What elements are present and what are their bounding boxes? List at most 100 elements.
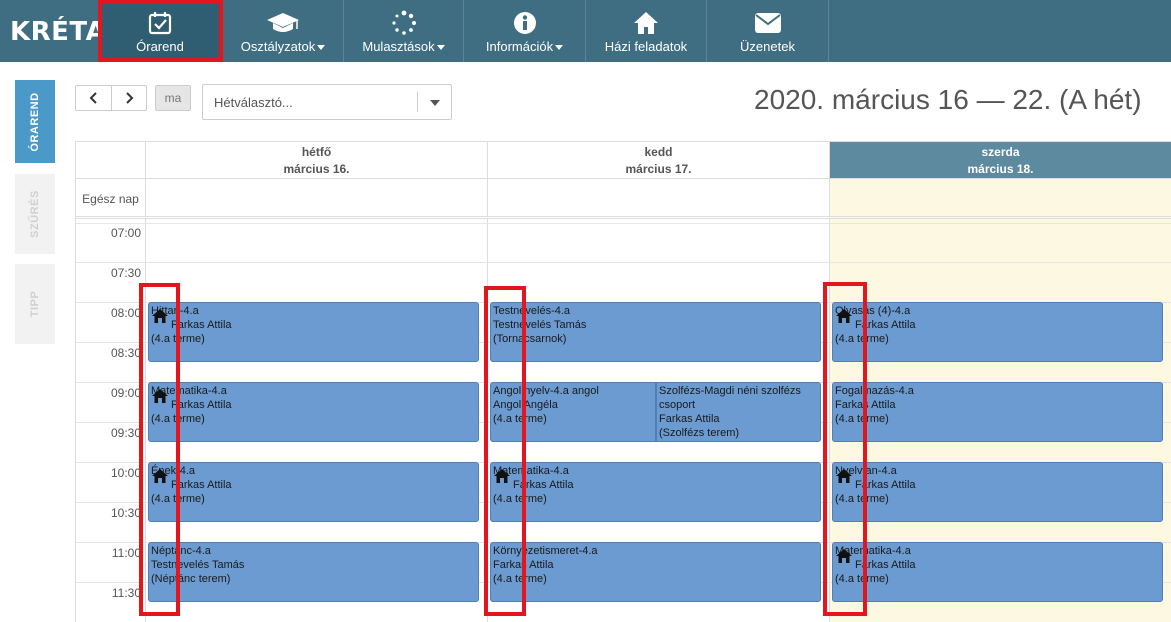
calendar-check-icon <box>98 10 222 36</box>
event-subject: Fogalmazás-4.a <box>835 385 914 397</box>
time-label: 10:00 <box>110 466 141 480</box>
lesson-event[interactable]: Olvasás (4)-4.a Farkas Attila (4.a terme… <box>832 302 1163 362</box>
week-selector-placeholder: Hétválasztó... <box>214 95 293 110</box>
event-teacher: Farkas Attila <box>835 399 896 411</box>
nav-osztalyzatok-label: Osztályzatok <box>240 39 316 54</box>
homework-home-icon <box>836 469 852 483</box>
side-tab-tipp[interactable]: TIPP <box>15 264 55 344</box>
logo-text: KRÉTA <box>10 17 107 47</box>
event-teacher: Farkas Attila <box>659 413 720 425</box>
nav-orarend[interactable]: Órarend <box>98 0 223 62</box>
nav-hazi-feladatok[interactable]: Házi feladatok <box>586 0 707 62</box>
info-icon <box>464 10 585 36</box>
event-room: (4.a terme) <box>835 333 889 345</box>
time-label: 07:30 <box>110 266 141 280</box>
nav-mulasztasok-label: Mulasztások <box>362 39 435 54</box>
allday-cell[interactable] <box>146 179 488 219</box>
side-tab-orarend-label: ÓRAREND <box>29 91 41 152</box>
time-label: 08:30 <box>110 346 141 360</box>
lesson-event[interactable]: Matematika-4.a Farkas Attila (4.a terme) <box>832 542 1163 602</box>
event-teacher: Farkas Attila <box>171 319 232 331</box>
week-selector-dropdown[interactable]: Hétválasztó... <box>202 84 452 120</box>
top-navigation-bar: KRÉTA Órarend Osztályzatok Mulasztások I… <box>0 0 1171 62</box>
lesson-event[interactable]: Szolfézs-Magdi néni szolfézs csoport Far… <box>656 382 821 442</box>
nav-informaciok[interactable]: Információk <box>464 0 586 62</box>
event-subject: Matematika-4.a <box>151 385 227 397</box>
side-tab-szures[interactable]: SZŰRÉS <box>15 174 55 254</box>
event-teacher: Farkas Attila <box>855 559 916 571</box>
lesson-event[interactable]: Ének-4.a Farkas Attila (4.a terme) <box>148 462 479 522</box>
nav-uzenetek-label: Üzenetek <box>740 39 795 54</box>
homework-home-icon <box>494 469 510 483</box>
event-room: (4.a terme) <box>835 573 889 585</box>
nav-uzenetek[interactable]: Üzenetek <box>707 0 829 62</box>
graduation-cap-icon <box>223 10 343 36</box>
lesson-event[interactable]: Matematika-4.a Farkas Attila (4.a terme) <box>490 462 821 522</box>
allday-cell[interactable] <box>830 179 1171 219</box>
homework-home-icon <box>152 389 168 403</box>
lesson-event[interactable]: Néptánc-4.a Testnevelés Tamás (Néptánc t… <box>148 542 479 602</box>
side-tab-orarend[interactable]: ÓRAREND <box>15 80 55 163</box>
side-tab-tipp-label: TIPP <box>29 290 41 318</box>
event-teacher: Farkas Attila <box>855 479 916 491</box>
nav-osztalyzatok[interactable]: Osztályzatok <box>223 0 344 62</box>
chevron-down-icon <box>555 45 564 51</box>
side-tab-szures-label: SZŰRÉS <box>29 190 41 238</box>
lesson-event[interactable]: Hittan-4.a Farkas Attila (4.a terme) <box>148 302 479 362</box>
allday-label: Egész nap <box>76 179 146 219</box>
lesson-event[interactable]: Testnevelés-4.a Testnevelés Tamás (Torna… <box>490 302 821 362</box>
lesson-event[interactable]: Angol nyelv-4.a angol Angol Angéla (4.a … <box>490 382 656 442</box>
allday-cell[interactable] <box>488 179 830 219</box>
homework-home-icon <box>836 549 852 563</box>
event-room: (4.a terme) <box>493 413 547 425</box>
nav-orarend-label: Órarend <box>136 39 184 54</box>
event-subject: Matematika-4.a <box>493 465 569 477</box>
event-room: (4.a terme) <box>835 413 889 425</box>
chevron-down-icon <box>436 45 445 51</box>
event-subject: Néptánc-4.a <box>151 545 211 557</box>
chevron-down-icon <box>430 100 440 106</box>
event-subject: Testnevelés-4.a <box>493 305 571 317</box>
next-week-button[interactable] <box>111 85 147 111</box>
event-room: (4.a terme) <box>151 333 205 345</box>
event-room: (4.a terme) <box>493 573 547 585</box>
kreta-logo[interactable]: KRÉTA <box>0 0 106 62</box>
lesson-event[interactable]: Fogalmazás-4.a Farkas Attila (4.a terme) <box>832 382 1163 442</box>
event-room: (4.a terme) <box>151 413 205 425</box>
homework-home-icon <box>152 309 168 323</box>
homework-home-icon <box>152 469 168 483</box>
prev-week-button[interactable] <box>75 85 112 111</box>
time-label: 09:00 <box>110 386 141 400</box>
time-label: 08:00 <box>110 306 141 320</box>
event-room: (4.a terme) <box>493 493 547 505</box>
nav-mulasztasok[interactable]: Mulasztások <box>344 0 464 62</box>
lesson-event[interactable]: Nyelvtan-4.a Farkas Attila (4.a terme) <box>832 462 1163 522</box>
chevron-down-icon <box>317 45 326 51</box>
day-name: kedd <box>644 145 673 159</box>
chevron-right-icon <box>126 92 134 104</box>
time-label: 11:30 <box>111 586 141 600</box>
event-subject: Ének-4.a <box>151 465 196 477</box>
homework-home-icon <box>836 309 852 323</box>
time-line <box>76 262 1171 263</box>
event-subject: Angol nyelv-4.a angol <box>493 385 599 397</box>
day-date: március 16. <box>283 162 350 176</box>
event-teacher: Farkas Attila <box>171 479 232 491</box>
today-button[interactable]: ma <box>155 85 191 111</box>
dropdown-separator <box>417 92 418 112</box>
envelope-icon <box>707 10 828 36</box>
event-room: (Szolfézs terem) <box>659 427 740 439</box>
event-room: (4.a terme) <box>151 493 205 505</box>
lesson-event[interactable]: Matematika-4.a Farkas Attila (4.a terme) <box>148 382 479 442</box>
day-header-monday: hétfő március 16. <box>146 142 488 179</box>
day-name: hétfő <box>301 145 332 159</box>
event-subject: Környezetismeret-4.a <box>493 545 598 557</box>
time-label: 11:00 <box>111 546 141 560</box>
spinner-icon <box>344 10 463 36</box>
lesson-event[interactable]: Környezetismeret-4.a Farkas Attila (4.a … <box>490 542 821 602</box>
event-room: (4.a terme) <box>835 493 889 505</box>
event-subject: Olvasás (4)-4.a <box>835 305 911 317</box>
day-date: március 17. <box>625 162 692 176</box>
event-room: (Néptánc terem) <box>151 573 231 585</box>
event-teacher: Angol Angéla <box>493 399 558 411</box>
